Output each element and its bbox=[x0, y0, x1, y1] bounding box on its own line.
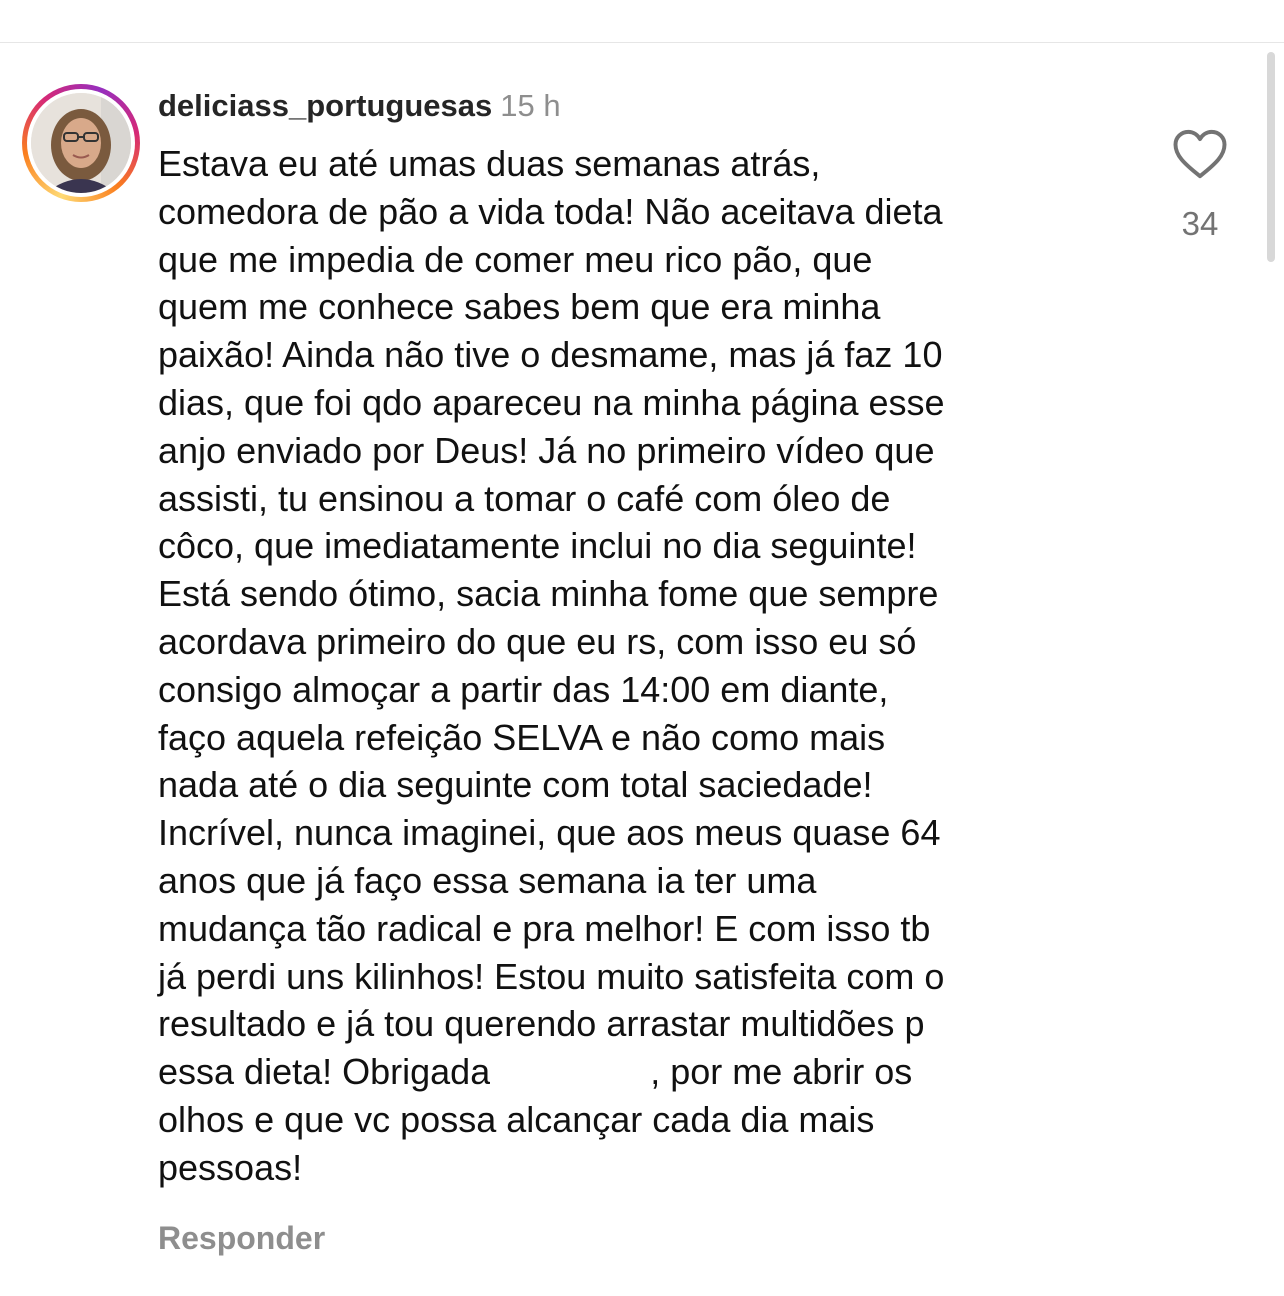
comment-line: Incrível, nunca imaginei, que aos meus q… bbox=[158, 812, 941, 854]
comment-line: nada até o dia seguinte com total sacied… bbox=[158, 764, 873, 806]
comment-line: côco, que imediatamente inclui no dia se… bbox=[158, 525, 917, 567]
comment-line: pessoas! bbox=[158, 1146, 303, 1188]
comment-line: Está sendo ótimo, sacia minha fome que s… bbox=[158, 573, 939, 615]
comment-line: acordava primeiro do que eu rs, com isso… bbox=[158, 620, 917, 662]
comment-line: faço aquela refeição SELVA e não como ma… bbox=[158, 716, 886, 758]
comment-line: anos que já faço essa semana ia ter uma bbox=[158, 859, 817, 901]
comment-line: essa dieta! Obrigada , por me abrir os bbox=[158, 1048, 1158, 1096]
comment-line: consigo almoçar a partir das 14:00 em di… bbox=[158, 668, 889, 710]
comment-line-part: , por me abrir os bbox=[650, 1051, 913, 1093]
comment-line: Estava eu até umas duas semanas atrás, bbox=[158, 143, 821, 184]
like-count: 34 bbox=[1181, 205, 1219, 242]
comment-username[interactable]: deliciass_portuguesas bbox=[158, 88, 492, 123]
comment-timestamp: 15 h bbox=[500, 88, 561, 123]
comment-line: resultado e já tou querendo arrastar mul… bbox=[158, 1003, 925, 1045]
top-divider bbox=[0, 42, 1284, 43]
comment-line: assisti, tu ensinou a tomar o café com ó… bbox=[158, 477, 891, 519]
profile-photo bbox=[31, 93, 131, 193]
heart-outline-icon[interactable] bbox=[1172, 128, 1228, 180]
comment-line: quem me conhece sabes bem que era minha bbox=[158, 286, 881, 328]
avatar[interactable] bbox=[31, 93, 131, 193]
reply-button[interactable]: Responder bbox=[158, 1220, 325, 1257]
comment-line-part: essa dieta! Obrigada bbox=[158, 1051, 491, 1093]
comment-line: já perdi uns kilinhos! Estou muito satis… bbox=[158, 955, 945, 997]
scrollbar-thumb[interactable] bbox=[1267, 52, 1275, 262]
comment-line: mudança tão radical e pra melhor! E com … bbox=[158, 907, 931, 949]
comment-line: olhos e que vc possa alcançar cada dia m… bbox=[158, 1098, 875, 1140]
story-ring[interactable] bbox=[22, 84, 140, 202]
comment-line: dias, que foi qdo apareceu na minha pági… bbox=[158, 381, 945, 423]
comment-line: comedora de pão a vida toda! Não aceitav… bbox=[158, 190, 943, 232]
comment-line: anjo enviado por Deus! Já no primeiro ví… bbox=[158, 429, 935, 471]
comment-body: Estava eu até umas duas semanas atrás, c… bbox=[158, 140, 1158, 1192]
redacted-mention bbox=[490, 1058, 651, 1089]
comment-line: paixão! Ainda não tive o desmame, mas já… bbox=[158, 334, 943, 376]
comment-header: deliciass_portuguesas 15 h bbox=[158, 86, 561, 126]
comment-line: que me impedia de comer meu rico pão, qu… bbox=[158, 238, 873, 280]
